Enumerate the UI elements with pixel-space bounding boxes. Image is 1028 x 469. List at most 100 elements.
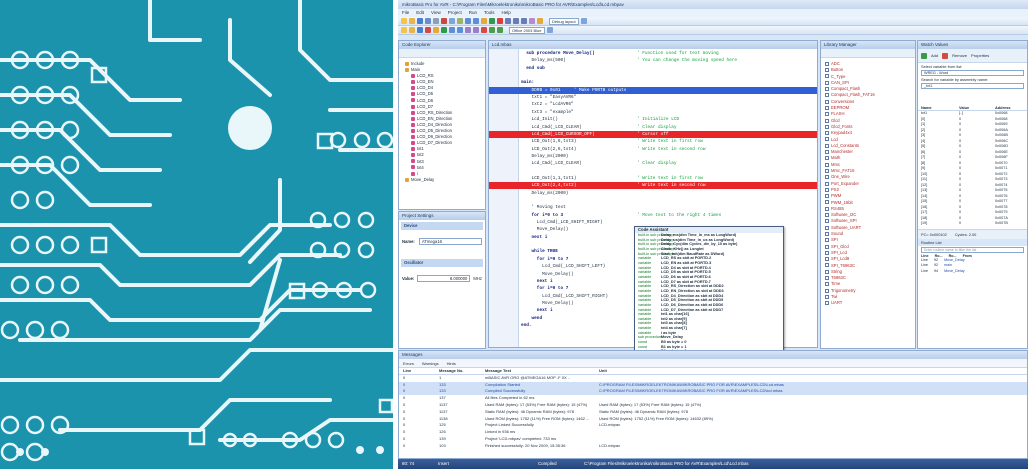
theme-select[interactable]: Office 2003 Blue [509,26,545,34]
message-row[interactable]: 0 139 Project 'LCD.mbpav' completed: 733 m… [399,436,1027,443]
checkbox-icon[interactable] [825,206,829,211]
checkbox-icon[interactable] [825,282,829,287]
uncomment-icon[interactable] [473,27,479,33]
checkbox-icon[interactable] [825,112,829,117]
checkbox-icon[interactable] [825,187,829,192]
code-line[interactable]: LCD_Out(1,1,txt1) ' Write text in first … [489,175,817,182]
layout-save-icon[interactable] [580,18,587,24]
editor-tab[interactable]: Lcd.mbas [489,41,817,49]
stop-icon[interactable] [497,18,503,24]
code-line[interactable]: end sub [489,65,817,72]
help-icon[interactable] [546,27,553,33]
code-line[interactable] [489,168,817,175]
checkbox-icon[interactable] [825,143,829,148]
message-row[interactable]: 0 103 Finished successfully: 20 Nov 2009, … [399,443,1027,450]
message-row[interactable]: 0 1138 Used ROM (bytes): 1752 (11%) Free R… [399,416,1027,423]
replace-icon[interactable] [497,27,503,33]
step-out-icon[interactable] [521,18,527,24]
code-line[interactable]: for i=0 to 3 ' Move text to the right 4 … [489,212,817,219]
close-project-icon[interactable] [425,27,431,33]
message-row[interactable]: 0 133 Compilation Started C:\PROGRAM FILES\… [399,381,1027,389]
program-icon[interactable] [537,18,543,24]
find-icon[interactable] [489,27,495,33]
checkbox-icon[interactable] [825,74,829,79]
checkbox-icon[interactable] [825,61,829,66]
message-row[interactable]: 0 125 Project Linked Successfully LCD.mbpav [399,422,1027,429]
menu-tools[interactable]: Tools [484,10,495,16]
code-line[interactable]: Lcd_Cmd(_LCD_CLEAR) ' Clear display [489,124,817,131]
outdent-icon[interactable] [457,27,463,33]
print-icon[interactable] [433,18,439,24]
checkbox-icon[interactable] [825,288,829,293]
code-line[interactable]: LCD_Out(2,6,txt4) ' Write text in second… [489,146,817,153]
new-project-icon[interactable] [401,27,407,33]
checkbox-icon[interactable] [825,301,829,306]
code-line[interactable]: main: [489,79,817,86]
watch-row[interactable]: [19] 0 0x007B [918,221,1027,227]
checkbox-icon[interactable] [825,238,829,243]
checkbox-icon[interactable] [825,294,829,299]
new-file-icon[interactable] [401,18,407,24]
code-line[interactable]: sub procedure Move_Delay() ' Function us… [489,50,817,57]
code-line[interactable]: Lcd_Init() ' Initialize LCD [489,116,817,123]
checkbox-icon[interactable] [825,137,829,142]
menu-run[interactable]: Run [469,10,477,16]
menu-help[interactable]: Help [502,10,511,16]
bookmark-icon[interactable] [481,27,487,33]
hints-filter[interactable]: Hints [447,361,456,366]
checkbox-icon[interactable] [825,213,829,218]
code-line[interactable]: Lcd_Cmd(_LCD_CURSOR_OFF) ' Cursor off [489,130,817,139]
checkbox-icon[interactable] [825,250,829,255]
checkbox-icon[interactable] [825,168,829,173]
code-line[interactable] [489,72,817,79]
add-watch-icon[interactable] [921,52,927,59]
layout-select[interactable]: Debug layout [549,17,579,25]
checkbox-icon[interactable] [825,257,829,262]
redo-icon[interactable] [473,18,479,24]
menu-project[interactable]: Project [448,10,462,16]
menu-file[interactable]: File [402,10,409,16]
properties-button[interactable]: Properties [971,53,989,58]
open-project-icon[interactable] [409,27,415,33]
checkbox-icon[interactable] [825,80,829,85]
step-icon[interactable] [505,18,511,24]
breakpoint-icon[interactable] [529,18,535,24]
remove-watch-button[interactable]: Remove [952,53,967,58]
code-line[interactable]: txt1 = "EasyAVR6" [489,94,817,101]
checkbox-icon[interactable] [825,200,829,205]
message-row[interactable]: 0 1 mBASIC AVR ORG @ATMEGA16 MOP -F 0X .. [399,375,1027,382]
save-all-icon[interactable] [425,18,431,24]
copy-icon[interactable] [449,18,455,24]
code-line[interactable]: Delay_ms(2000) [489,190,817,197]
routine-filter-input[interactable]: Enter routine name to filter the list [921,246,1024,253]
code-line[interactable] [489,197,817,204]
oscillator-value-input[interactable]: 8.000000 [417,275,471,282]
errors-filter[interactable]: Errors [403,361,414,366]
compile-icon[interactable] [433,27,439,33]
paste-icon[interactable] [457,18,463,24]
code-line[interactable]: LCD_Out(1,6,txt3) ' Write text in first … [489,138,817,145]
add-watch-button[interactable]: Add [931,53,938,58]
save-project-icon[interactable] [417,27,423,33]
menu-view[interactable]: View [431,10,441,16]
indent-icon[interactable] [449,27,455,33]
routine-row[interactable]: Line 94 Move_Delay [918,269,1027,275]
oscillator-section-header[interactable]: Oscillator [401,259,483,267]
checkbox-icon[interactable] [825,225,829,230]
message-row[interactable]: 0 133 Compiled Successfully C:\PROGRAM FILE… [399,388,1027,396]
checkbox-icon[interactable] [825,244,829,249]
comment-icon[interactable] [465,27,471,33]
checkbox-icon[interactable] [825,219,829,224]
save-icon[interactable] [417,18,423,24]
code-line[interactable]: DDRB = 0x01 ' Make PORTB outputs [489,86,817,94]
checkbox-icon[interactable] [825,99,829,104]
search-variable-input[interactable]: _txt1 [921,83,1024,89]
checkbox-icon[interactable] [825,150,829,155]
checkbox-icon[interactable] [825,93,829,98]
code-line[interactable]: Lcd_Cmd(_LCD_CLEAR) ' Clear display [489,160,817,167]
checkbox-icon[interactable] [825,68,829,73]
message-row[interactable]: 0 126 Linked in 936 ms [399,429,1027,436]
code-line[interactable]: Delay_ms(2000) [489,153,817,160]
message-row[interactable]: 0 1137 Static RAM (bytes): 46 Dynamic RAM … [399,409,1027,416]
checkbox-icon[interactable] [825,275,829,280]
